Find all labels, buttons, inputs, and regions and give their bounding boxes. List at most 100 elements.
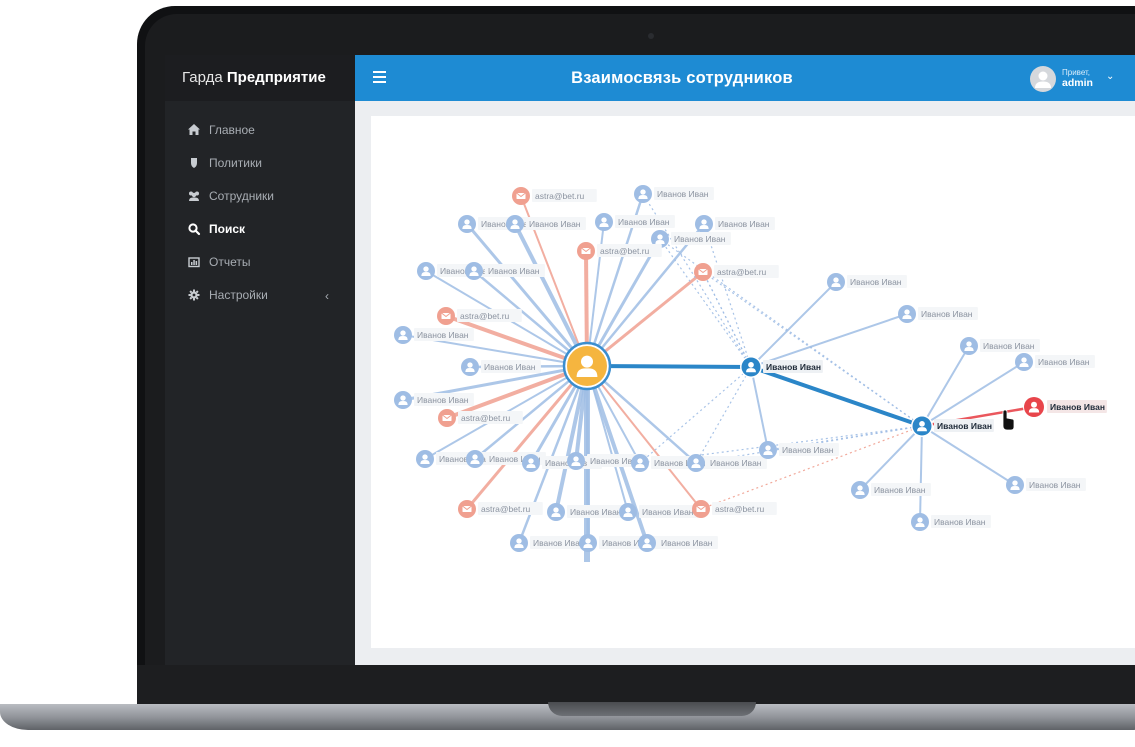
graph-dotted-edge [702,271,752,368]
employee-node[interactable]: Иванов Иван [651,230,731,248]
sidebar-item-label: Поиск [209,222,246,236]
employee-node[interactable]: Иванов Иван [638,534,718,552]
chevron-left-icon: ‹ [325,289,329,303]
graph-node-label: Иванов Иван [1038,357,1090,367]
employee-node[interactable]: Иванов Иван [695,215,775,233]
greeting-text: Привет, [1062,68,1091,77]
employee-node[interactable]: Иванов Иван [461,358,541,376]
selected-employee-node[interactable]: Иванов Иван [911,415,994,437]
shield-icon [191,158,197,168]
graph-node-label: Иванов Иван [766,362,821,372]
employee-node[interactable]: Иванов Иван [1006,476,1086,494]
employee-node[interactable]: Иванов Иван [465,262,545,280]
graph-node-label: Иванов Иван [850,277,902,287]
central-employee-node[interactable] [562,341,612,391]
email-node[interactable]: astra@bet.ru [512,187,597,205]
sidebar: Гарда Предприятие Главное Политики Сотру… [165,55,355,665]
graph-edge [750,281,837,368]
gear-icon [188,289,200,301]
graph-node-label: Иванов Иван [874,485,926,495]
employee-node[interactable]: Иванов Иван [911,513,991,531]
graph-node-label: Иванов Иван [661,538,713,548]
employee-node[interactable]: Иванов Иван [510,534,590,552]
sidebar-item-label: Сотрудники [209,189,274,203]
sidebar-item-policies[interactable]: Политики [165,153,355,186]
email-node[interactable]: astra@bet.ru [694,263,779,281]
employee-node[interactable]: Иванов Иван [851,481,931,499]
graph-node-label: Иванов Иван [417,330,469,340]
sidebar-item-reports[interactable]: Отчеты [165,252,355,285]
sidebar-item-home[interactable]: Главное [165,120,355,153]
graph-node-label: Иванов Иван [570,507,622,517]
graph-node-label: Иванов Иван [782,445,834,455]
employee-node[interactable]: Иванов Иван [960,337,1040,355]
email-node[interactable]: astra@bet.ru [438,409,523,427]
sidebar-item-employees[interactable]: Сотрудники [165,186,355,219]
graph-node-label: Иванов Иван [934,517,986,527]
employee-node[interactable]: Иванов Иван [759,441,839,459]
employee-node[interactable]: Иванов Иван [619,503,699,521]
users-icon [189,191,199,201]
graph-node-label: Иванов Иван [674,234,726,244]
graph-edge [586,365,702,510]
home-icon [188,124,200,135]
graph-edge [921,425,1016,486]
graph-node-label: astra@bet.ru [717,267,767,277]
graph-selected-edge [750,365,923,428]
sidebar-item-label: Отчеты [209,255,251,269]
sidebar-item-settings[interactable]: Настройки ‹ [165,285,355,318]
screen-bezel [137,665,1135,705]
selected-employee-node[interactable]: Иванов Иван [740,356,823,378]
chevron-down-icon: ⌄ [1106,71,1115,82]
employee-node[interactable]: Иванов Иван [1015,353,1095,371]
email-node[interactable]: astra@bet.ru [437,307,522,325]
employee-node[interactable]: Иванов Иван [394,391,474,409]
graph-dotted-edge [659,238,752,368]
employee-node[interactable]: Иванов Иван [634,185,714,203]
graph-node-label: astra@bet.ru [460,311,510,321]
avatar [1030,66,1056,92]
user-menu[interactable]: Привет, admin ⌄ [1030,66,1135,92]
employee-node[interactable]: Иванов Иван [458,215,538,233]
employee-node[interactable]: Иванов Иван [417,262,497,280]
employee-node[interactable]: Иванов Иван [394,326,474,344]
employee-node[interactable]: Иванов Иван [687,454,767,472]
graph-nodes: astra@bet.ruИванов ИванИванов ИванИванов… [394,185,1107,552]
graph-node-label: astra@bet.ru [600,246,650,256]
graph-node-label: Иванов Иван [710,458,762,468]
email-node[interactable]: astra@bet.ru [692,500,777,518]
webcam [648,33,654,39]
graph-dotted-edge [695,366,752,464]
graph-node-label: Иванов Иван [529,219,581,229]
graph-edge [750,366,769,451]
brand-logo[interactable]: Гарда Предприятие [165,55,355,101]
graph-node-label: Иванов Иван [642,507,694,517]
employee-node[interactable]: Иванов Иван [506,215,586,233]
username: admin [1062,77,1093,89]
search-icon [188,223,201,236]
graph-panel: astra@bet.ruИванов ИванИванов ИванИванов… [371,116,1135,648]
employee-node[interactable]: Иванов Иван [898,305,978,323]
graph-node-label: astra@bet.ru [715,504,765,514]
app-screen: Гарда Предприятие Главное Политики Сотру… [165,55,1135,665]
graph-node-label: Иванов Иван [1029,480,1081,490]
graph-dotted-edge [703,223,752,368]
graph-node-label: Иванов Иван [921,309,973,319]
graph-node-label: Иванов Иван [533,538,585,548]
employee-node[interactable]: Иванов Иван [827,273,907,291]
graph-node-label: astra@bet.ru [461,413,511,423]
alert-employee-node[interactable]: Иванов Иван [1023,396,1107,418]
graph-edge [919,425,923,523]
graph-selected-edge [586,364,752,369]
sidebar-item-search[interactable]: Поиск [165,219,355,252]
relationship-graph[interactable]: astra@bet.ruИванов ИванИванов ИванИванов… [371,116,1135,648]
employee-node[interactable]: Иванов Иван [595,213,675,231]
graph-node-label: Иванов Иван [484,362,536,372]
graph-node-label: Иванов Иван [657,189,709,199]
topbar: Взаимосвязь сотрудников Привет, admin ⌄ [355,55,1135,101]
graph-dotted-edge [639,366,752,464]
graph-node-label: Иванов Иван [983,341,1035,351]
graph-node-label: Иванов Иван [1050,402,1105,412]
sidebar-menu: Главное Политики Сотрудники Поиск Отчеты [165,120,355,318]
mouse-cursor-icon [1002,409,1015,431]
